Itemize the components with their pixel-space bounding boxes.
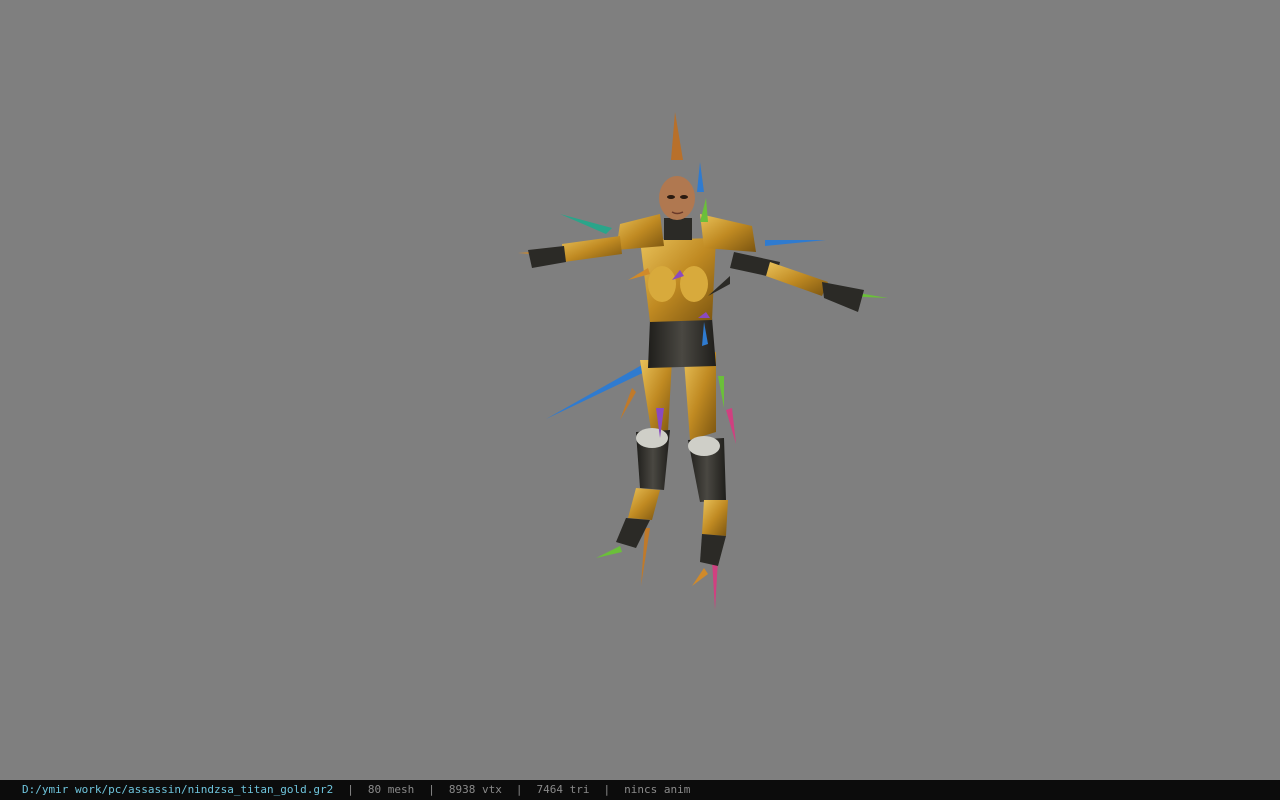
mesh-count: 80 mesh — [367, 783, 415, 796]
triangle-count: 7464 tri — [536, 783, 590, 796]
head — [659, 176, 695, 240]
legs — [596, 352, 728, 586]
separator: | — [347, 783, 354, 796]
animation-status: nincs anim — [624, 783, 691, 796]
3d-viewport[interactable] — [0, 0, 1280, 780]
separator: | — [428, 783, 435, 796]
status-bar: D:/ymir work/pc/assassin/nindzsa_titan_g… — [0, 780, 1280, 800]
separator: | — [603, 783, 611, 796]
character-model — [518, 112, 888, 610]
separator: | — [515, 783, 523, 796]
vertex-count: 8938 vtx — [448, 783, 502, 796]
file-path: D:/ymir work/pc/assassin/nindzsa_titan_g… — [22, 783, 334, 796]
